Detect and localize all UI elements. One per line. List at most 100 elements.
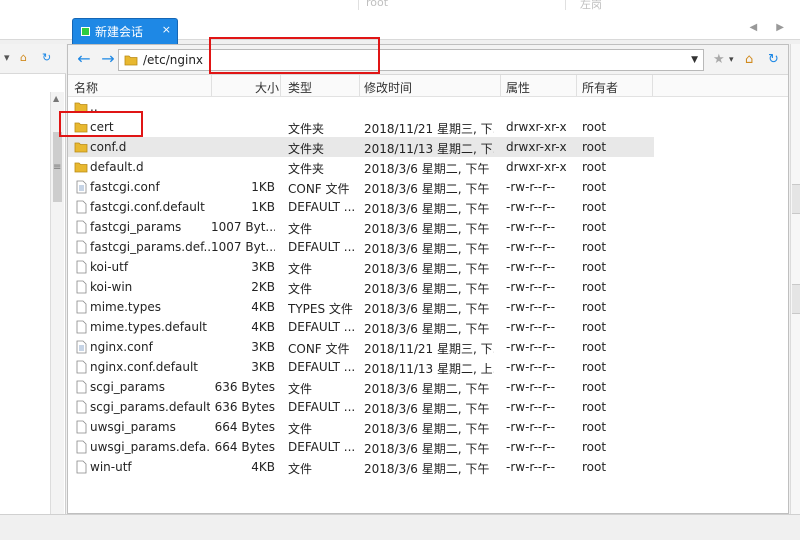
file-mtime: 2018/3/6 星期二, 下午 ... [364,222,494,236]
file-row[interactable]: fastcgi.conf 1KB CONF 文件 2018/3/6 星期二, 下午 .… [68,177,654,197]
panel-fragment [792,184,800,214]
file-owner: root [582,120,607,134]
home-icon[interactable]: ⌂ [20,51,27,64]
file-mtime: 2018/3/6 星期二, 下午 ... [364,442,494,456]
star-icon[interactable]: ★ [713,50,725,70]
dropdown-arrow-icon[interactable]: ▾ [729,50,734,70]
column-type[interactable]: 类型 [288,79,312,96]
file-icon [76,280,87,294]
scroll-up-icon[interactable]: ▲ [53,94,59,103]
file-permissions: -rw-r--r-- [506,220,556,234]
file-row[interactable]: fastcgi.conf.default 1KB DEFAULT ... 2018/3… [68,197,654,217]
faded-top-label-right: 左岗 [580,0,602,11]
file-type: CONF 文件 [288,182,350,196]
refresh-icon[interactable]: ↻ [768,50,779,70]
file-row[interactable]: default.d 文件夹 2018/3/6 星期二, 下午 ... drwxr-xr… [68,157,654,177]
close-icon[interactable]: × [162,23,171,36]
file-permissions: -rw-r--r-- [506,360,556,374]
file-size: 3KB [251,340,275,354]
file-icon [76,440,87,454]
local-toolbar: ▾ ⌂ ↻ [0,44,66,74]
file-icon [76,260,87,274]
file-owner: root [582,340,607,354]
file-icon [76,400,87,414]
back-arrow-icon[interactable]: ← [74,49,94,69]
file-row[interactable]: conf.d 文件夹 2018/11/13 星期二, 下... drwxr-xr-x r… [68,137,654,157]
file-row[interactable]: koi-utf 3KB 文件 2018/3/6 星期二, 下午 ... -rw-r--r… [68,257,654,277]
file-size: 1KB [251,200,275,214]
file-size: 1007 Byt... [211,240,275,254]
file-mtime: 2018/3/6 星期二, 下午 ... [364,402,494,416]
file-row[interactable]: nginx.conf 3KB CONF 文件 2018/11/21 星期三, 下...… [68,337,654,357]
status-bar [0,514,800,540]
folder-icon [74,162,88,173]
file-owner: root [582,140,607,154]
refresh-icon[interactable]: ↻ [42,51,51,64]
file-row[interactable]: .. [68,97,654,117]
file-size: 664 Bytes [214,420,275,434]
file-name: scgi_params [90,380,165,394]
file-name: fastcgi_params [90,220,182,234]
file-row[interactable]: nginx.conf.default 3KB DEFAULT ... 2018/11/… [68,357,654,377]
file-row[interactable]: cert 文件夹 2018/11/21 星期三, 下... drwxr-xr-x roo… [68,117,654,137]
column-divider [280,75,281,96]
file-type: DEFAULT ... [288,240,356,254]
file-row[interactable]: mime.types.default 4KB DEFAULT ... 2018/3/6… [68,317,654,337]
local-scrollbar[interactable]: ▲ ≡ ▼ [50,92,64,540]
column-divider [359,75,360,96]
file-type: 文件夹 [288,122,325,136]
column-mtime[interactable]: 修改时间 [364,79,412,96]
tab-new-session[interactable]: 新建会话 × [72,18,178,44]
file-permissions: -rw-r--r-- [506,340,556,354]
file-row[interactable]: mime.types 4KB TYPES 文件 2018/3/6 星期二, 下午 ..… [68,297,654,317]
file-type: DEFAULT ... [288,360,356,374]
path-input[interactable]: /etc/nginx ▼ [118,49,704,71]
file-name: fastcgi.conf [90,180,160,194]
tab-scroll-arrows[interactable]: ◀ ▶ [749,22,792,33]
file-list-header: 名称 大小 类型 修改时间 属性 所有者 [68,75,788,97]
column-size[interactable]: 大小 [255,79,279,96]
home-icon[interactable]: ⌂ [745,50,753,70]
file-type: DEFAULT ... [288,320,356,334]
session-status-icon [81,27,90,36]
file-row[interactable]: koi-win 2KB 文件 2018/3/6 星期二, 下午 ... -rw-r--r… [68,277,654,297]
chevron-down-icon[interactable]: ▼ [691,55,698,65]
file-mtime: 2018/11/13 星期二, 上... [364,362,494,376]
file-name: fastcgi_params.def... [90,240,210,254]
file-row[interactable]: win-utf 4KB 文件 2018/3/6 星期二, 下午 ... -rw-r--r… [68,457,654,477]
file-row[interactable]: fastcgi_params.def... 1007 Byt... DEFAULT … [68,237,654,257]
file-owner: root [582,200,607,214]
column-owner[interactable]: 所有者 [582,79,618,96]
file-mtime: 2018/11/13 星期二, 下... [364,142,494,156]
file-type: 文件 [288,282,313,296]
folder-icon [74,142,88,153]
column-name[interactable]: 名称 [74,79,98,96]
config-file-icon [76,340,87,354]
file-type: DEFAULT ... [288,200,356,214]
file-row[interactable]: uwsgi_params 664 Bytes 文件 2018/3/6 星期二, 下午 … [68,417,654,437]
file-row[interactable]: uwsgi_params.defa... 664 Bytes DEFAULT ...… [68,437,654,457]
local-pane: ▾ ⌂ ↻ ▲ ≡ ▼ [0,44,66,540]
file-name: nginx.conf.default [90,360,199,374]
file-size: 4KB [251,300,275,314]
column-permissions[interactable]: 属性 [506,79,530,96]
remote-pane: ← → /etc/nginx ▼ ★ ▾ ⌂ ↻ 名称 大小 类型 修改时间 属… [59,37,789,514]
file-owner: root [582,280,607,294]
file-type: 文件夹 [288,142,325,156]
file-name: koi-win [90,280,133,294]
file-mtime: 2018/3/6 星期二, 下午 ... [364,322,494,336]
file-mtime: 2018/3/6 星期二, 下午 ... [364,422,494,436]
dropdown-arrow-icon[interactable]: ▾ [4,51,10,64]
file-size: 4KB [251,320,275,334]
file-name: mime.types.default [90,320,208,334]
file-row[interactable]: scgi_params 636 Bytes 文件 2018/3/6 星期二, 下午 .… [68,377,654,397]
file-permissions: drwxr-xr-x [506,160,567,174]
file-permissions: -rw-r--r-- [506,460,556,474]
file-mtime: 2018/3/6 星期二, 下午 ... [364,462,494,476]
file-row[interactable]: fastcgi_params 1007 Byt... 文件 2018/3/6 星期二,… [68,217,654,237]
path-text: /etc/nginx [143,53,204,67]
remote-toolbar: ← → /etc/nginx ▼ ★ ▾ ⌂ ↻ [68,45,788,75]
file-row[interactable]: scgi_params.default 636 Bytes DEFAULT ... 2… [68,397,654,417]
forward-arrow-icon[interactable]: → [98,49,118,69]
file-owner: root [582,440,607,454]
